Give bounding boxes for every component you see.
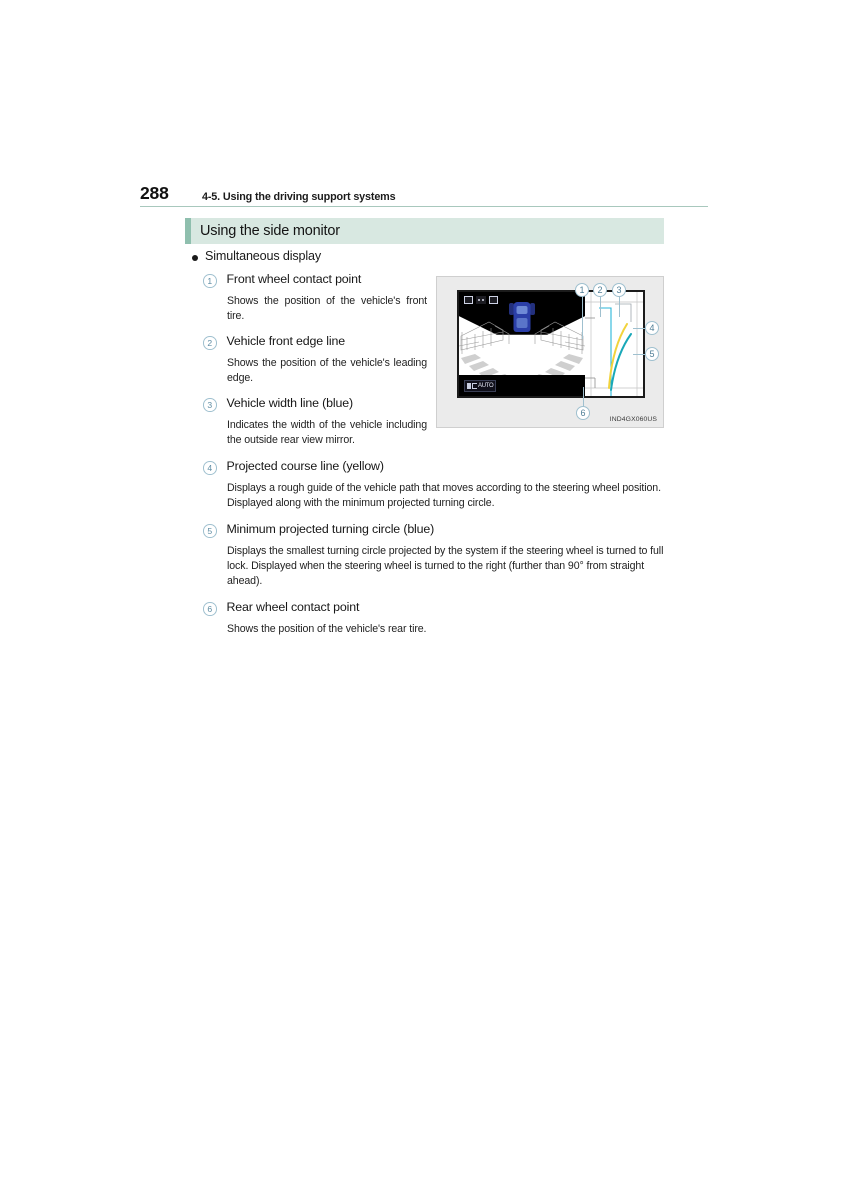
item-title: Rear wheel contact point	[226, 600, 360, 615]
vehicle-icon-right-wing	[530, 303, 535, 315]
running-head: 288 4-5. Using the driving support syste…	[140, 178, 708, 204]
list-item: 6 Rear wheel contact point Shows the pos…	[203, 599, 671, 637]
list-item-heading: 6 Rear wheel contact point	[203, 599, 671, 617]
leader-line-2	[600, 295, 601, 317]
auto-badge-bracket-icon	[472, 383, 477, 389]
item-title: Vehicle front edge line	[226, 334, 346, 349]
figure-code: IND4GX060US	[609, 416, 657, 423]
item-number-5-icon: 5	[203, 524, 217, 538]
figure-callout-6: 6	[576, 406, 590, 420]
figure-callout-1: 1	[575, 283, 589, 297]
bullet-simultaneous-display: Simultaneous display	[192, 249, 321, 263]
auto-badge-square-icon	[467, 383, 471, 389]
list-item: 5 Minimum projected turning circle (blue…	[203, 521, 671, 589]
list-item-heading: 5 Minimum projected turning circle (blue…	[203, 521, 671, 539]
sensor-dots-icon	[476, 296, 486, 304]
item-number-4-icon: 4	[203, 461, 217, 475]
auto-mode-badge: AUTO	[464, 380, 497, 392]
item-number-2-icon: 2	[203, 336, 217, 350]
item-number-1-icon: 1	[203, 274, 217, 288]
vehicle-overhead-icon	[513, 302, 531, 332]
figure-callout-3: 3	[612, 283, 626, 297]
item-description: Indicates the width of the vehicle inclu…	[227, 419, 427, 447]
list-item-heading: 4 Projected course line (yellow)	[203, 458, 671, 476]
leader-line-3	[619, 295, 620, 317]
item-description: Displays a rough guide of the vehicle pa…	[227, 482, 661, 510]
figure-callout-4: 4	[645, 321, 659, 335]
list-item: 4 Projected course line (yellow) Display…	[203, 458, 671, 511]
display-mode-icon	[489, 296, 498, 304]
item-title: Vehicle width line (blue)	[226, 396, 354, 411]
header-rule	[140, 206, 708, 208]
item-title: Projected course line (yellow)	[226, 459, 384, 474]
item-number-6-icon: 6	[203, 602, 217, 616]
guideline-graphics	[585, 292, 643, 396]
figure-callout-5: 5	[645, 347, 659, 361]
manual-page: 288 4-5. Using the driving support syste…	[0, 0, 848, 1200]
item-number-3-icon: 3	[203, 398, 217, 412]
page-number: 288	[140, 183, 169, 203]
running-head-title: 4-5. Using the driving support systems	[202, 190, 396, 203]
leader-line-1	[582, 295, 583, 339]
side-monitor-screen: AUTO	[457, 290, 645, 398]
item-description: Shows the position of the vehicle's fron…	[227, 294, 427, 323]
figure-side-monitor-display: 1 2 3 4 5 6 AUTO IND4GX060US	[436, 276, 664, 428]
monitor-bottom-bar: AUTO	[459, 375, 585, 396]
item-title: Minimum projected turning circle (blue)	[226, 522, 435, 537]
camera-view-panel: AUTO	[459, 292, 585, 396]
auto-badge-label: AUTO	[478, 382, 494, 389]
section-header: Using the side monitor	[185, 218, 664, 244]
monitor-status-icons	[464, 296, 498, 304]
bullet-dot-icon	[192, 254, 198, 261]
figure-callout-2: 2	[593, 283, 607, 297]
camera-mode-icon	[464, 296, 473, 304]
bullet-label: Simultaneous display	[205, 249, 322, 263]
item-description: Displays the smallest turning circle pro…	[227, 545, 664, 588]
figure-content: 1 2 3 4 5 6 AUTO IND4GX060US	[437, 277, 663, 427]
item-description: Shows the position of the vehicle's lead…	[227, 357, 427, 385]
section-title: Using the side monitor	[200, 223, 340, 239]
item-title: Front wheel contact point	[226, 272, 362, 286]
item-description: Shows the position of the vehicle's rear…	[227, 623, 427, 636]
guideline-panel	[585, 292, 643, 396]
